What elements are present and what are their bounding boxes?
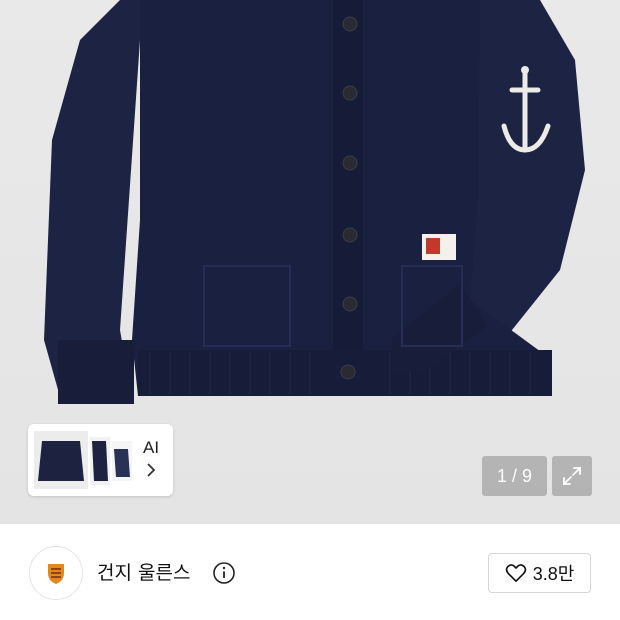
chevron-right-icon xyxy=(146,462,156,483)
expand-button[interactable] xyxy=(552,456,592,496)
brand-logo[interactable] xyxy=(29,546,83,600)
product-image-gallery[interactable]: AI 1 / 9 xyxy=(0,0,620,524)
thumbnail-strip[interactable]: AI xyxy=(28,424,173,496)
heart-icon xyxy=(505,564,526,582)
brand-crest-icon xyxy=(48,564,64,584)
brand-name[interactable]: 건지 울른스 xyxy=(97,558,190,585)
thumbnail-images[interactable] xyxy=(32,429,135,491)
image-counter: 1 / 9 xyxy=(482,456,547,496)
expand-icon xyxy=(563,467,581,485)
info-icon[interactable] xyxy=(212,561,236,589)
like-count: 3.8만 xyxy=(532,564,575,584)
ai-badge[interactable]: AI xyxy=(143,438,159,483)
brand-bar: 건지 울른스 3.8만 xyxy=(0,524,620,620)
like-button[interactable]: 3.8만 xyxy=(488,553,591,593)
ai-label: AI xyxy=(143,437,160,457)
